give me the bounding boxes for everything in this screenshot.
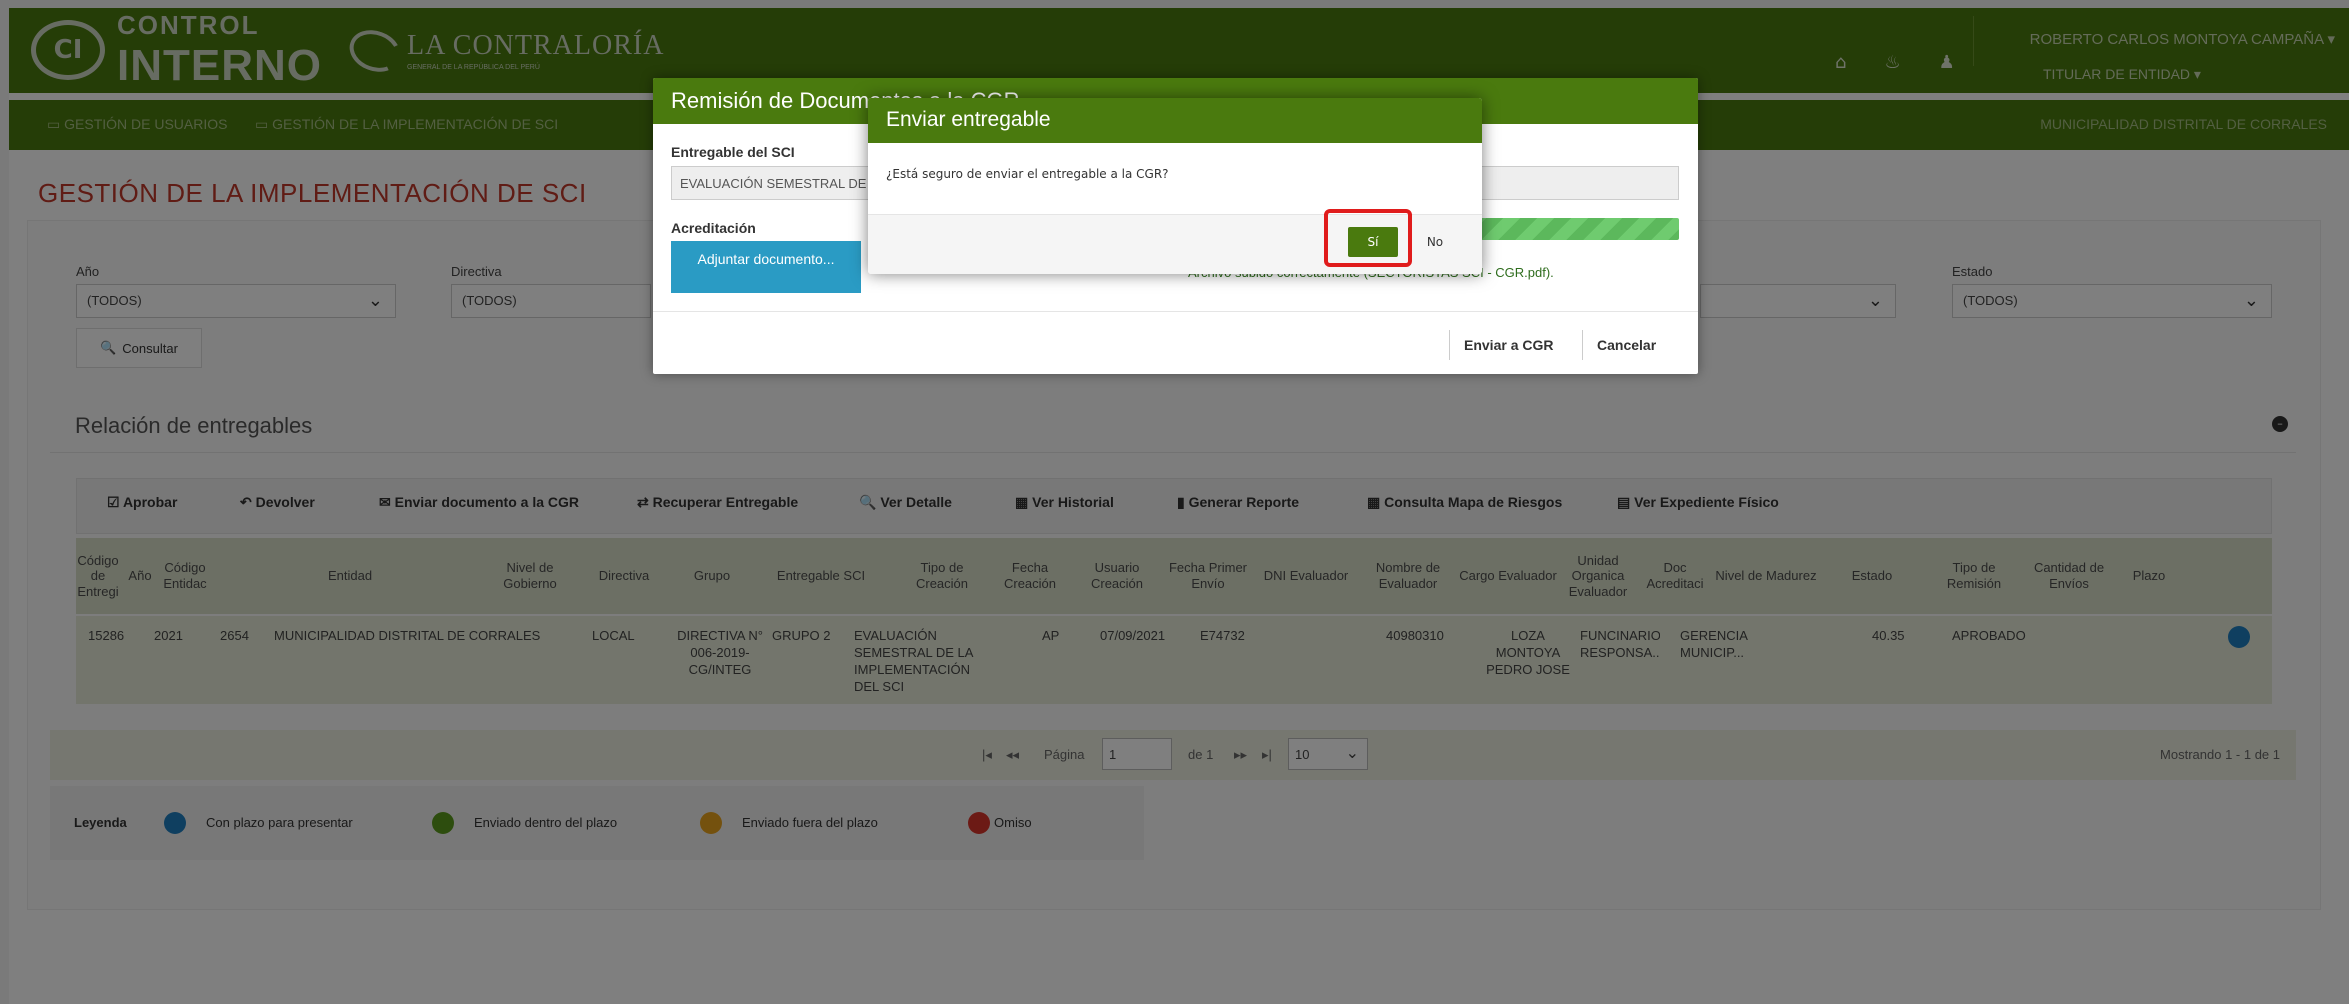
confirm-dialog-title: Enviar entregable bbox=[886, 108, 1051, 131]
confirm-dialog-header: Enviar entregable bbox=[868, 98, 1482, 143]
entregable-label: Entregable del SCI bbox=[671, 144, 795, 160]
app-window: CI CONTROL INTERNO LA CONTRALORÍA GENERA… bbox=[0, 0, 2349, 1004]
confirm-message: ¿Está seguro de enviar el entregable a l… bbox=[886, 167, 1169, 181]
acreditacion-label: Acreditación bbox=[671, 220, 756, 236]
enviar-cgr-button[interactable]: Enviar a CGR bbox=[1449, 330, 1553, 360]
modal-footer-divider bbox=[653, 311, 1698, 312]
confirm-no-button[interactable]: No bbox=[1412, 227, 1458, 257]
cancelar-button[interactable]: Cancelar bbox=[1582, 330, 1656, 360]
adjuntar-documento-button[interactable]: Adjuntar documento... bbox=[671, 241, 861, 293]
highlight-annotation bbox=[1324, 209, 1412, 267]
